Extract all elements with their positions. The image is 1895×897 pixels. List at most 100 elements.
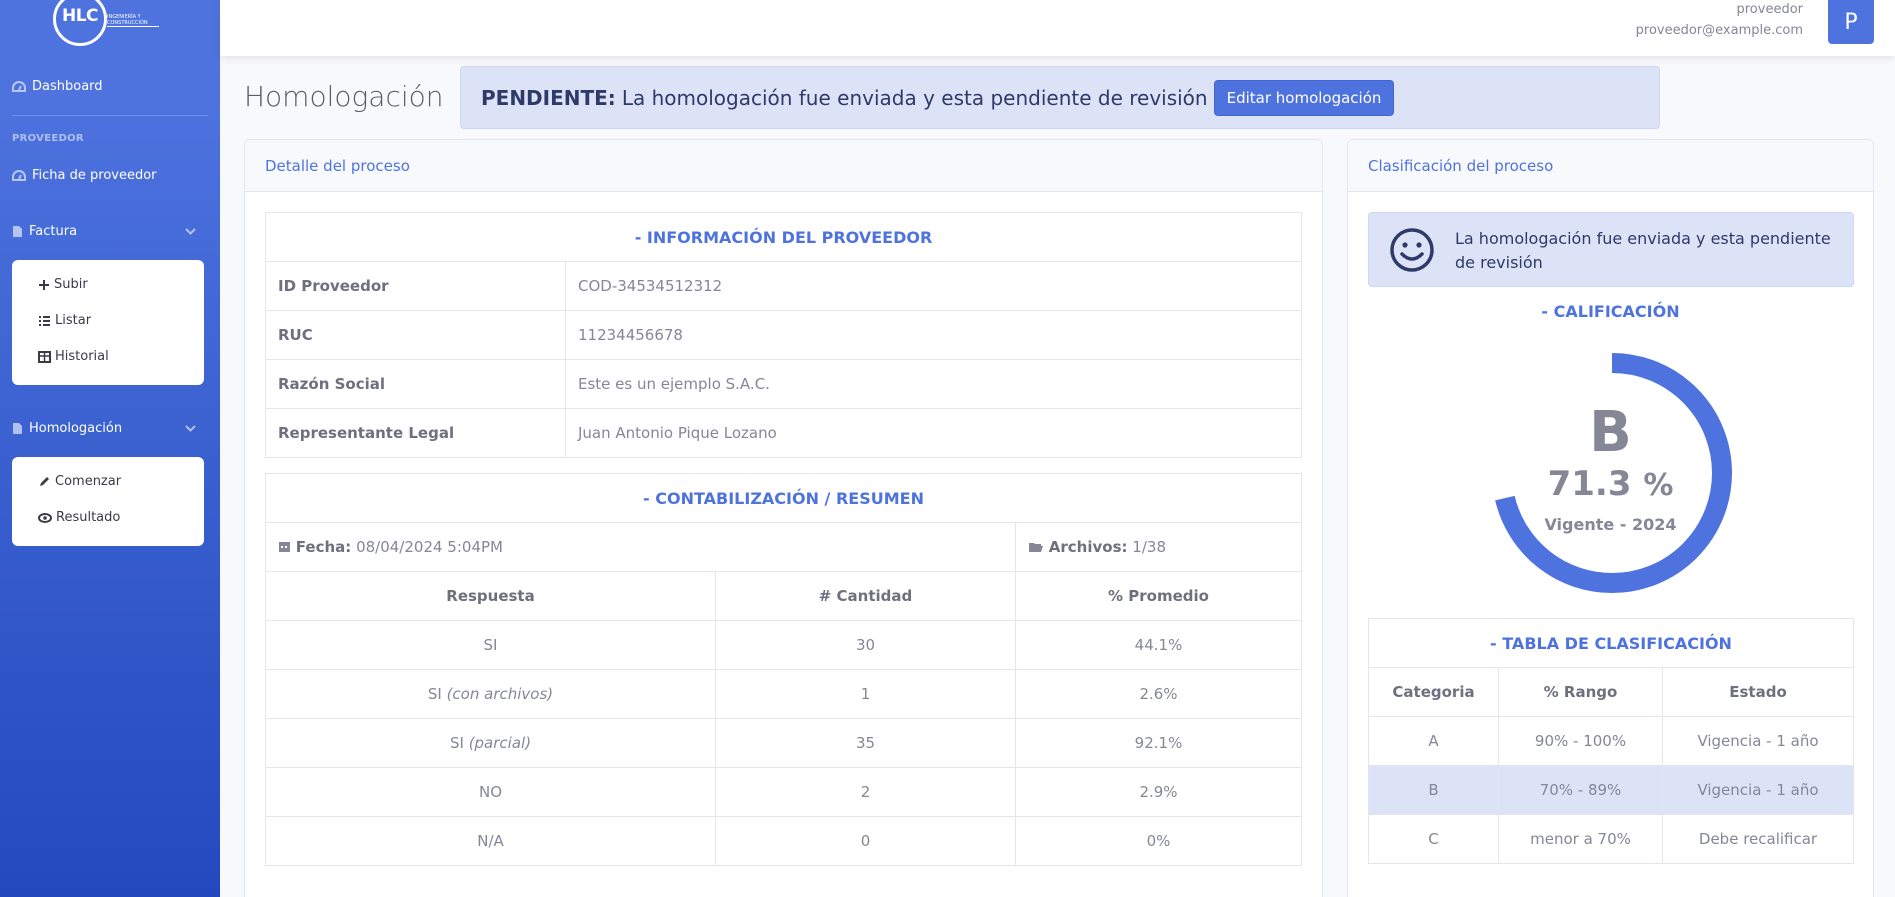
column-header: Respuesta — [265, 571, 716, 621]
avatar[interactable]: P — [1828, 0, 1874, 44]
categoria-cell: C — [1368, 814, 1499, 864]
file-icon — [13, 423, 22, 434]
rango-cell: menor a 70% — [1498, 814, 1663, 864]
nav-homologacion-label: Homologación — [29, 421, 123, 436]
row-label: Razón Social — [265, 359, 566, 409]
estado-cell: Vigencia - 1 año — [1662, 716, 1854, 766]
archivos-value: 1/38 — [1132, 538, 1166, 556]
brand-logo[interactable]: HLC Ingeniería y Construcción — [53, 0, 159, 46]
nav-factura[interactable]: Factura — [12, 224, 220, 239]
table-row: NO 2 2.9% — [265, 767, 1302, 817]
cantidad-cell: 2 — [715, 767, 1016, 817]
estado-cell: Debe recalificar — [1662, 814, 1854, 864]
table-row: N/A 0 0% — [265, 816, 1302, 866]
table-row: SI 30 44.1% — [265, 620, 1302, 670]
column-header: % Rango — [1498, 667, 1663, 717]
archivos-label: Archivos: — [1048, 538, 1128, 556]
status-alert: PENDIENTE: La homologación fue enviada y… — [460, 66, 1660, 129]
table-row: Representante Legal Juan Antonio Pique L… — [265, 408, 1302, 458]
submenu-listar[interactable]: Listar — [38, 313, 91, 328]
list-icon — [39, 315, 50, 326]
categoria-cell: A — [1368, 716, 1499, 766]
nav-ficha[interactable]: Ficha de proveedor — [12, 168, 157, 183]
sidebar-brand[interactable]: HLC Ingeniería y Construcción — [0, 0, 220, 52]
promedio-cell: 92.1% — [1015, 718, 1302, 768]
rango-cell: 70% - 89% — [1498, 765, 1663, 815]
estado-cell: Vigencia - 1 año — [1662, 765, 1854, 815]
clasificacion-table: - TABLA DE CLASIFICACIÓN Categoria % Ran… — [1368, 618, 1854, 864]
cantidad-cell: 0 — [715, 816, 1016, 866]
sidebar-heading: PROVEEDOR — [12, 133, 84, 144]
submenu-historial[interactable]: Historial — [38, 349, 109, 364]
submenu-resultado[interactable]: Resultado — [38, 510, 120, 525]
vigente-label: Vigente - 2024 — [1544, 515, 1677, 534]
row-label: Representante Legal — [265, 408, 566, 458]
folder-open-icon — [1029, 543, 1043, 552]
percent-sign: % — [1643, 468, 1674, 503]
row-label: ID Proveedor — [265, 261, 566, 311]
promedio-cell: 2.9% — [1015, 767, 1302, 817]
table-row-active: B 70% - 89% Vigencia - 1 año — [1368, 765, 1854, 815]
pencil-icon — [40, 477, 49, 486]
eye-icon — [38, 512, 52, 523]
info-section-title: - INFORMACIÓN DEL PROVEEDOR — [265, 212, 1302, 262]
categoria-cell: B — [1368, 765, 1499, 815]
nav-dashboard-label: Dashboard — [32, 79, 103, 94]
row-value: 11234456678 — [565, 310, 1302, 360]
row-value: Este es un ejemplo S.A.C. — [565, 359, 1302, 409]
table-icon — [38, 350, 51, 363]
tabla-section-title: - TABLA DE CLASIFICACIÓN — [1368, 618, 1854, 668]
alert-status-label: PENDIENTE: — [481, 85, 616, 110]
column-header: Categoria — [1368, 667, 1499, 717]
submenu-historial-label: Historial — [55, 349, 109, 364]
nav-homologacion[interactable]: Homologación — [12, 421, 220, 436]
respuesta-cell: N/A — [265, 816, 716, 866]
table-row: SI (parcial) 35 92.1% — [265, 718, 1302, 768]
respuesta-note: (con archivos) — [446, 685, 554, 703]
edit-homologacion-button[interactable]: Editar homologación — [1213, 79, 1395, 116]
respuesta-text: SI — [449, 734, 464, 752]
resumen-table: - CONTABILIZACIÓN / RESUMEN Fecha: 08/04… — [265, 473, 1302, 866]
topbar: proveedor proveedor@example.com — [220, 0, 1895, 56]
smiley-icon — [1390, 228, 1434, 272]
clasificacion-card-header: Clasificación del proceso — [1348, 140, 1873, 192]
resumen-section-title: - CONTABILIZACIÓN / RESUMEN — [265, 473, 1302, 523]
respuesta-cell: SI — [265, 620, 716, 670]
info-table: - INFORMACIÓN DEL PROVEEDOR ID Proveedor… — [265, 212, 1302, 458]
chevron-down-icon — [185, 227, 196, 235]
respuesta-cell: SI (parcial) — [265, 718, 716, 768]
clasificacion-info-alert: La homologación fue enviada y esta pendi… — [1368, 212, 1854, 287]
promedio-cell: 0% — [1015, 816, 1302, 866]
row-value: COD-34534512312 — [565, 261, 1302, 311]
respuesta-text: N/A — [477, 832, 504, 850]
logo-subtitle: Ingeniería y Construcción — [107, 14, 159, 27]
table-row: RUC 11234456678 — [265, 310, 1302, 360]
alert-message: La homologación fue enviada y esta pendi… — [621, 85, 1208, 110]
submenu-listar-label: Listar — [55, 313, 92, 328]
respuesta-note: (parcial) — [468, 734, 532, 752]
rango-cell: 90% - 100% — [1498, 716, 1663, 766]
homologacion-submenu: Comenzar Resultado — [12, 457, 204, 546]
table-row: C menor a 70% Debe recalificar — [1368, 814, 1854, 864]
respuesta-text: SI — [483, 636, 498, 654]
nav-factura-label: Factura — [29, 224, 78, 239]
cantidad-cell: 30 — [715, 620, 1016, 670]
submenu-comenzar[interactable]: Comenzar — [38, 474, 121, 489]
nav-ficha-label: Ficha de proveedor — [32, 168, 157, 183]
cantidad-cell: 35 — [715, 718, 1016, 768]
user-email[interactable]: proveedor@example.com — [1636, 23, 1803, 38]
fecha-value: 08/04/2024 5:04PM — [356, 538, 503, 556]
tachometer-icon — [12, 80, 26, 92]
fecha-label: Fecha: — [295, 538, 352, 556]
clasificacion-info-text: La homologación fue enviada y esta pendi… — [1455, 229, 1831, 272]
cantidad-cell: 1 — [715, 669, 1016, 719]
submenu-resultado-label: Resultado — [56, 510, 121, 525]
nav-dashboard[interactable]: Dashboard — [12, 79, 103, 94]
column-header: # Cantidad — [715, 571, 1016, 621]
submenu-subir[interactable]: Subir — [38, 277, 88, 292]
submenu-subir-label: Subir — [54, 277, 88, 292]
user-name[interactable]: proveedor — [1736, 2, 1803, 17]
factura-submenu: Subir Listar Historial — [12, 260, 204, 385]
grade-letter: B — [1589, 400, 1632, 465]
detalle-card: Detalle del proceso - INFORMACIÓN DEL PR… — [244, 139, 1323, 897]
